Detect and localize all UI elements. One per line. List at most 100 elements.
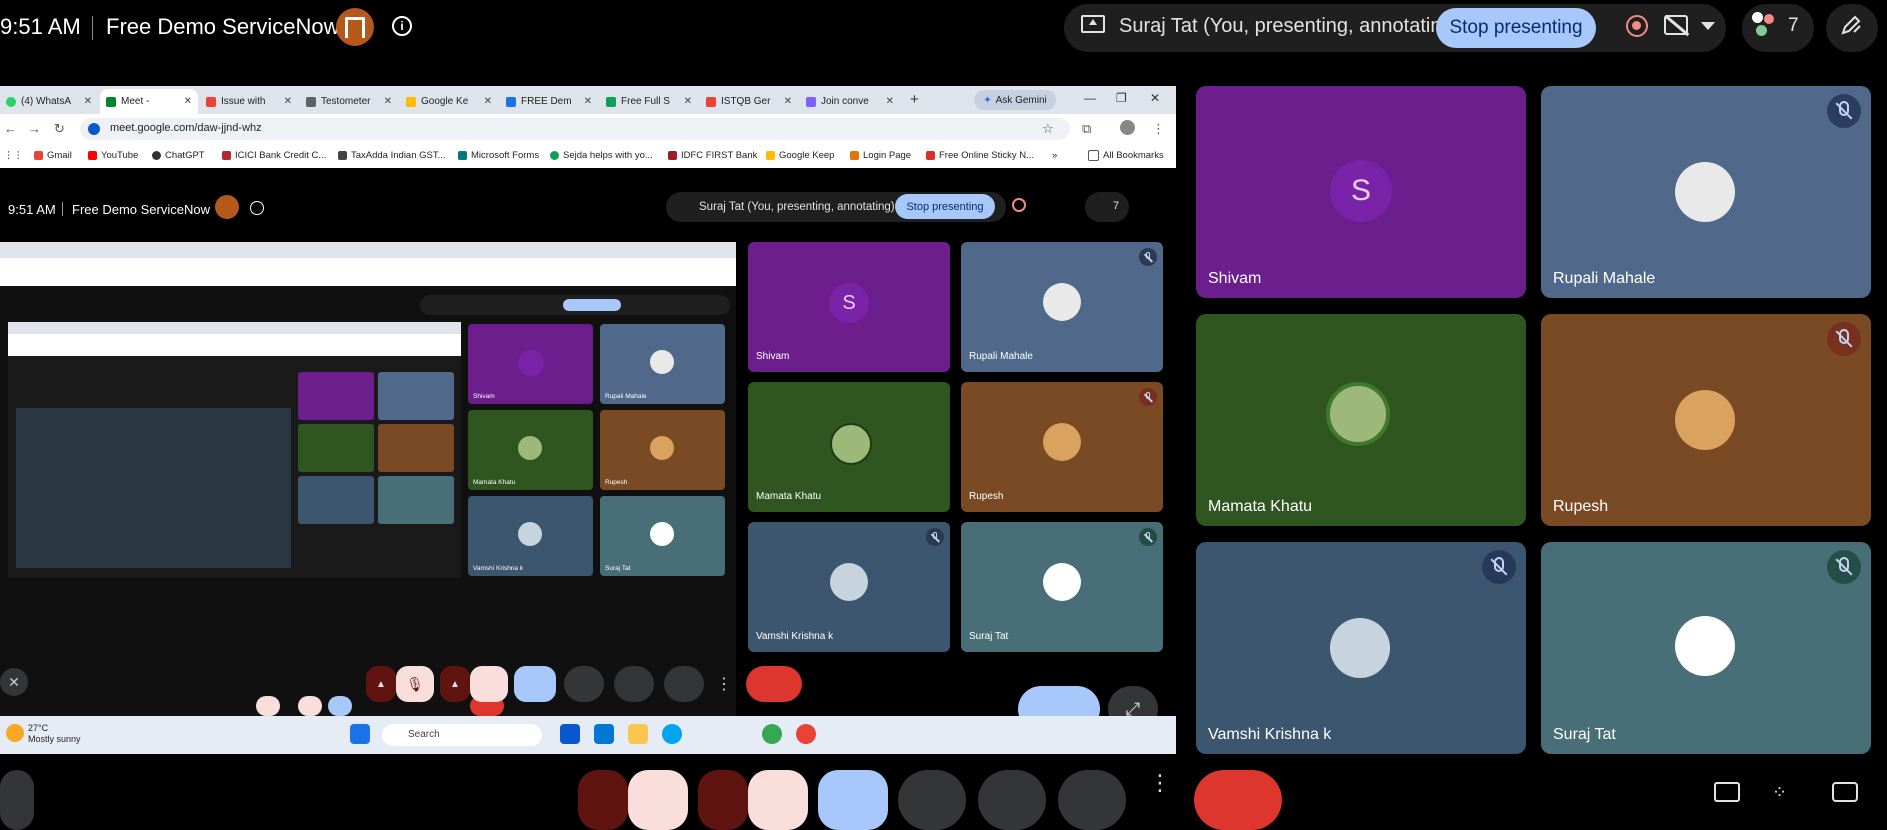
forward-icon[interactable]: → xyxy=(28,121,41,136)
close-window-icon[interactable]: ✕ xyxy=(1150,91,1160,105)
inner-meeting-title: Free Demo ServiceNow xyxy=(72,202,210,217)
youtube-icon xyxy=(88,151,97,160)
bookmark-item[interactable]: YouTube xyxy=(88,150,138,161)
lock-icon[interactable] xyxy=(1832,782,1858,802)
browser-tab[interactable]: Join conve ✕ xyxy=(800,89,900,114)
all-bookmarks[interactable]: All Bookmarks xyxy=(1088,150,1164,161)
close-icon[interactable]: ✕ xyxy=(84,96,92,107)
star-icon[interactable]: ☆ xyxy=(1042,121,1054,137)
end-call-button[interactable] xyxy=(1194,770,1282,830)
participant-name: Vamshi Krishna k xyxy=(756,631,834,642)
browser-tab[interactable]: ISTQB Ger ✕ xyxy=(700,89,798,114)
host-badge-icon[interactable] xyxy=(336,8,374,46)
close-icon[interactable]: ✕ xyxy=(784,96,792,107)
people-icon xyxy=(1752,12,1778,36)
mini-tile xyxy=(298,372,374,420)
close-icon[interactable]: ✕ xyxy=(684,96,692,107)
bookmark-item[interactable]: Sejda helps with yo... xyxy=(550,150,653,161)
reload-icon[interactable]: ↻ xyxy=(54,121,65,137)
extensions-icon[interactable]: ⧉ xyxy=(1082,121,1091,137)
participant-tile-vamshi[interactable]: Vamshi Krishna k xyxy=(1196,542,1526,754)
captions-button[interactable] xyxy=(978,770,1046,830)
bookmark-item[interactable]: IDFC FIRST Bank xyxy=(668,150,757,161)
close-icon[interactable]: ✕ xyxy=(584,96,592,107)
ask-gemini-button[interactable]: ✦ Ask Gemini xyxy=(974,90,1056,110)
new-tab-icon[interactable]: + xyxy=(910,91,919,108)
close-icon[interactable]: ✕ xyxy=(484,96,492,107)
presenting-status: Suraj Tat (You, presenting, annotating) xyxy=(1119,15,1460,37)
present-button[interactable] xyxy=(818,770,888,830)
raise-hand-button[interactable] xyxy=(1058,770,1126,830)
participant-name: Rupesh xyxy=(969,491,1004,502)
participant-tile-rupesh[interactable]: Rupesh xyxy=(1541,314,1871,526)
close-icon[interactable]: ✕ xyxy=(284,96,292,107)
participant-tile-mamata[interactable]: Mamata Khatu xyxy=(1196,314,1526,526)
menu-icon[interactable]: ⋮ xyxy=(1152,121,1165,137)
bookmark-item[interactable]: Free Online Sticky N... xyxy=(926,150,1034,161)
apps-icon[interactable]: ⋮⋮ xyxy=(4,150,23,161)
more-options-icon[interactable]: ⋮ xyxy=(1140,770,1180,830)
chevron-down-icon[interactable] xyxy=(1701,22,1715,30)
more-bookmarks-icon[interactable]: » xyxy=(1052,150,1057,161)
bookmark-item[interactable]: ChatGPT xyxy=(152,150,205,161)
participant-tile-shivam[interactable]: S Shivam xyxy=(1196,86,1526,298)
nested-tile-shivam: Shivam xyxy=(468,324,593,404)
raise-hand-button xyxy=(664,666,704,702)
mic-options-caret[interactable] xyxy=(578,770,628,830)
mute-all-button[interactable] xyxy=(0,770,34,830)
profile-avatar[interactable] xyxy=(1120,120,1135,135)
gemini-icon: ✦ xyxy=(983,94,992,106)
nested-tile-rupali: Rupali Mahale xyxy=(600,324,725,404)
bookmark-item[interactable]: Login Page xyxy=(850,150,911,161)
nested-screen-view: Shivam Rupali Mahale Mamata Khatu Rupesh… xyxy=(0,242,736,738)
meeting-title: Free Demo ServiceNow xyxy=(106,14,340,39)
avatar xyxy=(650,436,674,460)
activities-icon[interactable]: ⁘ xyxy=(1772,782,1798,802)
browser-tab[interactable]: Testometer ✕ xyxy=(300,89,398,114)
weather-widget: 27°C Mostly sunny xyxy=(28,723,81,744)
browser-tab[interactable]: Google Ke ✕ xyxy=(400,89,498,114)
participant-tile-rupali[interactable]: Rupali Mahale xyxy=(1541,86,1871,298)
minimize-icon[interactable]: — xyxy=(1084,91,1096,105)
muted-mic-icon xyxy=(926,528,944,546)
browser-tab-active[interactable]: Meet - ✕ xyxy=(100,89,198,114)
camera-off-button[interactable] xyxy=(748,770,808,830)
bookmark-item[interactable]: Google Keep xyxy=(766,150,834,161)
browser-tab[interactable]: Issue with ✕ xyxy=(200,89,298,114)
muted-mic-icon xyxy=(1139,388,1157,406)
bookmark-item[interactable]: Microsoft Forms xyxy=(458,150,539,161)
muted-mic-icon xyxy=(1827,322,1861,356)
mic-off-button: 🎙 xyxy=(396,666,434,702)
emoji-button[interactable] xyxy=(898,770,966,830)
avatar xyxy=(1043,423,1081,461)
bookmark-item[interactable]: Gmail xyxy=(34,150,72,161)
browser-tab[interactable]: FREE Dem ✕ xyxy=(500,89,598,114)
captions-off-icon[interactable] xyxy=(1664,15,1688,35)
record-icon[interactable] xyxy=(1626,15,1648,37)
avatar xyxy=(1043,563,1081,601)
participant-tile-suraj[interactable]: Suraj Tat xyxy=(1541,542,1871,754)
close-icon[interactable]: ✕ xyxy=(184,96,192,107)
browser-tab[interactable]: Free Full S ✕ xyxy=(600,89,698,114)
close-icon[interactable]: ✕ xyxy=(886,96,894,107)
back-icon[interactable]: ← xyxy=(4,121,17,136)
camera-options-caret[interactable] xyxy=(698,770,748,830)
chat-icon[interactable] xyxy=(1714,782,1740,802)
mini-tile xyxy=(378,476,454,524)
stop-presenting-button[interactable]: Stop presenting xyxy=(1436,8,1596,48)
site-info-icon[interactable] xyxy=(88,123,100,135)
close-icon[interactable]: ✕ xyxy=(384,96,392,107)
chrome-icon xyxy=(762,724,782,744)
bookmark-item[interactable]: ICICI Bank Credit C... xyxy=(222,150,326,161)
mic-off-button[interactable] xyxy=(628,770,688,830)
participant-name: Mamata Khatu xyxy=(1208,498,1313,515)
browser-tab[interactable]: (4) WhatsA ✕ xyxy=(0,89,98,114)
sejda-icon xyxy=(550,151,559,160)
avatar xyxy=(650,350,674,374)
chatgpt-icon xyxy=(152,151,161,160)
bookmark-item[interactable]: TaxAdda Indian GST... xyxy=(338,150,446,161)
host-badge-icon xyxy=(215,195,239,219)
info-icon[interactable]: i xyxy=(392,16,412,36)
keep-icon xyxy=(766,151,775,160)
maximize-icon[interactable]: ❐ xyxy=(1116,91,1127,105)
